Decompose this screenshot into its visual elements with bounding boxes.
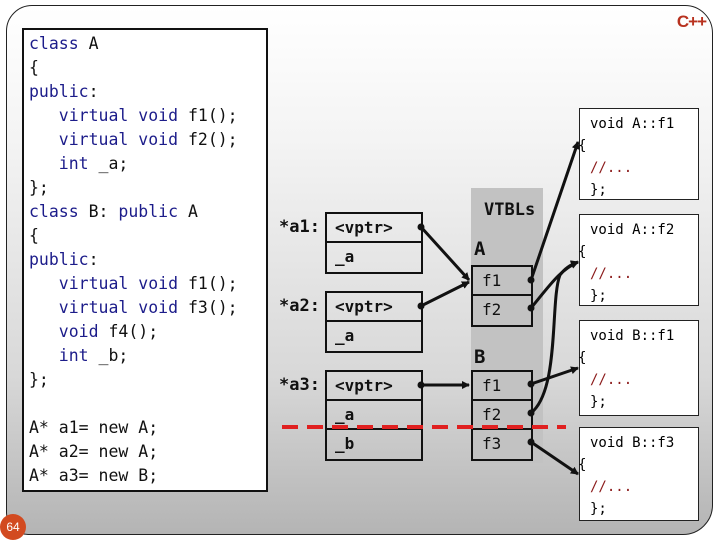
code-listing: class A { public: virtual void f1(); vir… [22, 28, 268, 492]
code-keyword: virtual void [29, 130, 179, 149]
vtbl-b: f1 f2 f3 [471, 370, 533, 461]
vtbl-b-entry-f2: f2 [473, 401, 531, 430]
function-close-brace: }; [590, 182, 607, 198]
function-close-brace: }; [590, 394, 607, 410]
vtbl-b-entry-f3: f3 [482, 434, 502, 453]
code-line: }; [29, 368, 266, 392]
object-a1-label: *a1: [279, 217, 320, 237]
code-line: A* a3= new B; [29, 464, 266, 488]
code-keyword: public [29, 250, 89, 269]
code-keyword: virtual void [29, 274, 179, 293]
code-text: _a; [88, 154, 129, 173]
code-keyword: class [29, 34, 79, 53]
vptr-field: <vptr> [327, 214, 421, 243]
code-line: A* a2= new A; [29, 440, 266, 464]
function-b-f3: void B::f3 { //... }; [578, 427, 699, 521]
function-b-f1: void B::f1 { //... }; [578, 320, 699, 416]
code-line: virtual void f1(); [29, 272, 266, 296]
code-text: B: [78, 202, 119, 221]
object-a3-label: *a3: [279, 375, 320, 395]
function-signature: void B::f1 [590, 328, 675, 344]
function-signature: void A::f2 [590, 222, 675, 238]
code-line: public: [29, 248, 266, 272]
vtbl-b-label: B [474, 346, 486, 368]
function-comment: //... [590, 266, 633, 282]
vtbl-b-entry-f1: f1 [473, 372, 531, 401]
code-line: virtual void f2(); [29, 128, 266, 152]
code-text: _b; [88, 346, 129, 365]
code-text: f3(); [178, 298, 238, 317]
code-line: class B: public A [29, 200, 266, 224]
field-b: _b [335, 434, 355, 453]
code-text: A* a3= new B; [29, 466, 159, 485]
code-text: f4(); [98, 322, 159, 341]
code-text: : [88, 250, 99, 269]
vptr-field: <vptr> [327, 372, 421, 401]
cpp-logo: C++ [676, 12, 707, 31]
code-line: void f4(); [29, 320, 266, 344]
code-text: f1(); [178, 106, 238, 125]
function-open-brace: { [578, 138, 587, 154]
function-open-brace: { [578, 457, 587, 473]
code-keyword: public [29, 82, 89, 101]
code-line: public: [29, 80, 266, 104]
code-keyword: int [29, 154, 89, 173]
code-keyword: class [29, 202, 79, 221]
code-text: f1(); [178, 274, 238, 293]
code-line: virtual void f3(); [29, 296, 266, 320]
code-text: { [29, 226, 39, 245]
code-text: : [88, 82, 99, 101]
function-comment: //... [590, 372, 633, 388]
vtbl-title: VTBLs [484, 200, 536, 220]
code-text: { [29, 58, 39, 77]
vtbl-a-label: A [474, 238, 486, 260]
code-line: { [29, 224, 266, 248]
object-a1: <vptr> _a [325, 212, 423, 274]
function-open-brace: { [578, 350, 587, 366]
code-keyword: virtual void [29, 106, 179, 125]
field-a: _a [335, 326, 355, 345]
code-line: int _b; [29, 344, 266, 368]
vptr-field: <vptr> [327, 293, 421, 322]
object-a2-label: *a2: [279, 296, 320, 316]
code-text: f2(); [178, 130, 238, 149]
function-close-brace: }; [590, 288, 607, 304]
code-keyword: public [118, 202, 179, 221]
function-comment: //... [590, 160, 633, 176]
code-keyword: int [29, 346, 89, 365]
object-a2: <vptr> _a [325, 291, 423, 353]
page-number-badge: 64 [0, 514, 26, 540]
code-text: A [178, 202, 198, 221]
vtbl-a: f1 f2 [471, 265, 533, 327]
field-a: _a [327, 401, 421, 430]
code-line: virtual void f1(); [29, 104, 266, 128]
function-close-brace: }; [590, 501, 607, 517]
field-a: _a [335, 247, 355, 266]
code-keyword: virtual void [29, 298, 179, 317]
code-text: }; [29, 370, 49, 389]
vtbl-a-entry-f1: f1 [473, 267, 531, 296]
function-open-brace: { [578, 244, 587, 260]
object-a3: <vptr> _a _b [325, 370, 423, 461]
code-line: class A [29, 32, 266, 56]
code-text: A* a1= new A; [29, 418, 159, 437]
vtbl-a-entry-f2: f2 [482, 300, 502, 319]
code-keyword: void [29, 322, 99, 341]
function-a-f1: void A::f1 { //... }; [578, 108, 699, 200]
code-text: A* a2= new A; [29, 442, 159, 461]
code-text: A [78, 34, 99, 53]
code-line: { [29, 56, 266, 80]
function-signature: void A::f1 [590, 116, 675, 132]
function-comment: //... [590, 479, 633, 495]
function-a-f2: void A::f2 { //... }; [578, 214, 699, 306]
code-text: }; [29, 178, 49, 197]
function-signature: void B::f3 [590, 435, 675, 451]
code-line: }; [29, 176, 266, 200]
code-line: int _a; [29, 152, 266, 176]
code-line: A* a1= new A; [29, 416, 266, 440]
